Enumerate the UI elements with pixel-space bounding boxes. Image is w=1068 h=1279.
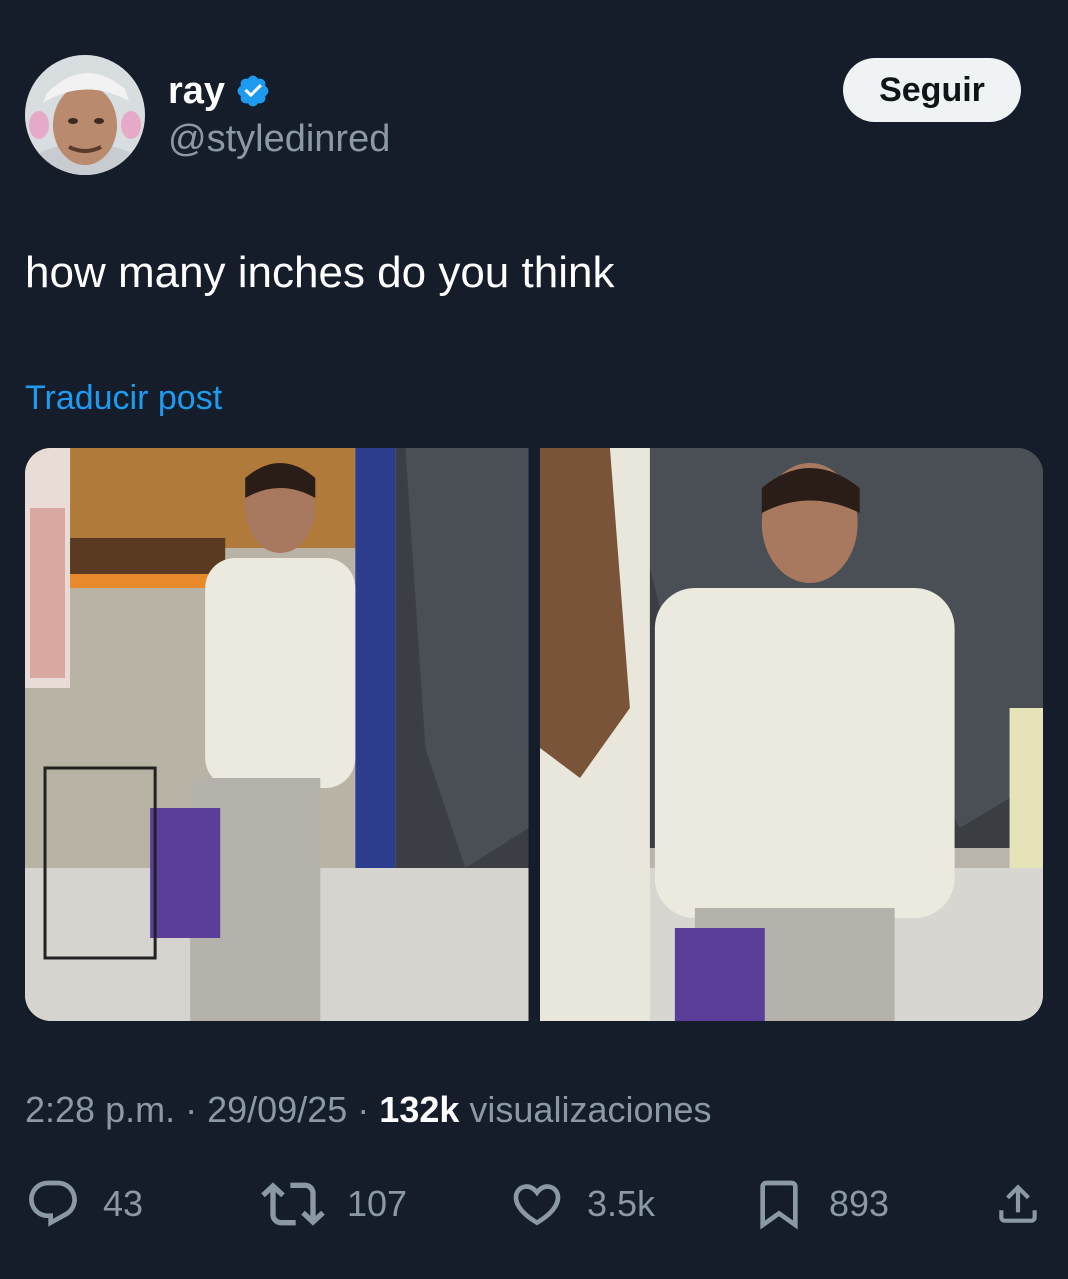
reply-icon bbox=[29, 1180, 77, 1227]
meta-separator: · bbox=[185, 1089, 198, 1130]
post-time[interactable]: 2:28 p.m. bbox=[25, 1089, 175, 1130]
views-label: visualizaciones bbox=[469, 1089, 712, 1130]
views-count: 132k bbox=[379, 1089, 460, 1130]
avatar-image bbox=[25, 55, 145, 175]
post-detail: ray @styledinred Seguir how many inches … bbox=[0, 0, 1068, 1279]
post-text: how many inches do you think bbox=[25, 248, 615, 297]
repost-button[interactable]: 107 bbox=[261, 1174, 407, 1234]
bookmark-count: 893 bbox=[829, 1183, 890, 1224]
follow-button[interactable]: Seguir bbox=[843, 58, 1021, 122]
reply-button[interactable]: 43 bbox=[25, 1174, 143, 1234]
photo-2-image bbox=[539, 448, 1043, 1021]
bookmark-icon bbox=[760, 1180, 798, 1230]
like-button[interactable]: 3.5k bbox=[509, 1174, 655, 1234]
avatar[interactable] bbox=[25, 55, 145, 175]
post-actions: 43 107 3.5k 893 bbox=[25, 1174, 1043, 1234]
meta-separator-2: · bbox=[357, 1089, 370, 1130]
post-photo-1[interactable] bbox=[25, 448, 529, 1021]
like-icon bbox=[513, 1184, 561, 1226]
photo-1-image bbox=[25, 448, 529, 1021]
post-media bbox=[25, 448, 1043, 1021]
reply-count: 43 bbox=[103, 1183, 144, 1224]
author-name-row: ray bbox=[168, 68, 271, 114]
repost-icon bbox=[261, 1182, 325, 1226]
share-button[interactable] bbox=[993, 1174, 1043, 1234]
author-handle[interactable]: @styledinred bbox=[168, 116, 390, 162]
post-photo-2[interactable] bbox=[539, 448, 1043, 1021]
bookmark-button[interactable]: 893 bbox=[751, 1174, 889, 1234]
translate-post-link[interactable]: Traducir post bbox=[25, 376, 222, 420]
author-display-name[interactable]: ray bbox=[168, 68, 225, 114]
share-icon bbox=[999, 1184, 1037, 1223]
repost-count: 107 bbox=[347, 1183, 408, 1224]
post-meta: 2:28 p.m. · 29/09/25 · 132k visualizacio… bbox=[25, 1086, 712, 1134]
like-count: 3.5k bbox=[587, 1183, 656, 1224]
verified-badge-icon bbox=[237, 75, 269, 107]
post-date[interactable]: 29/09/25 bbox=[207, 1089, 347, 1130]
